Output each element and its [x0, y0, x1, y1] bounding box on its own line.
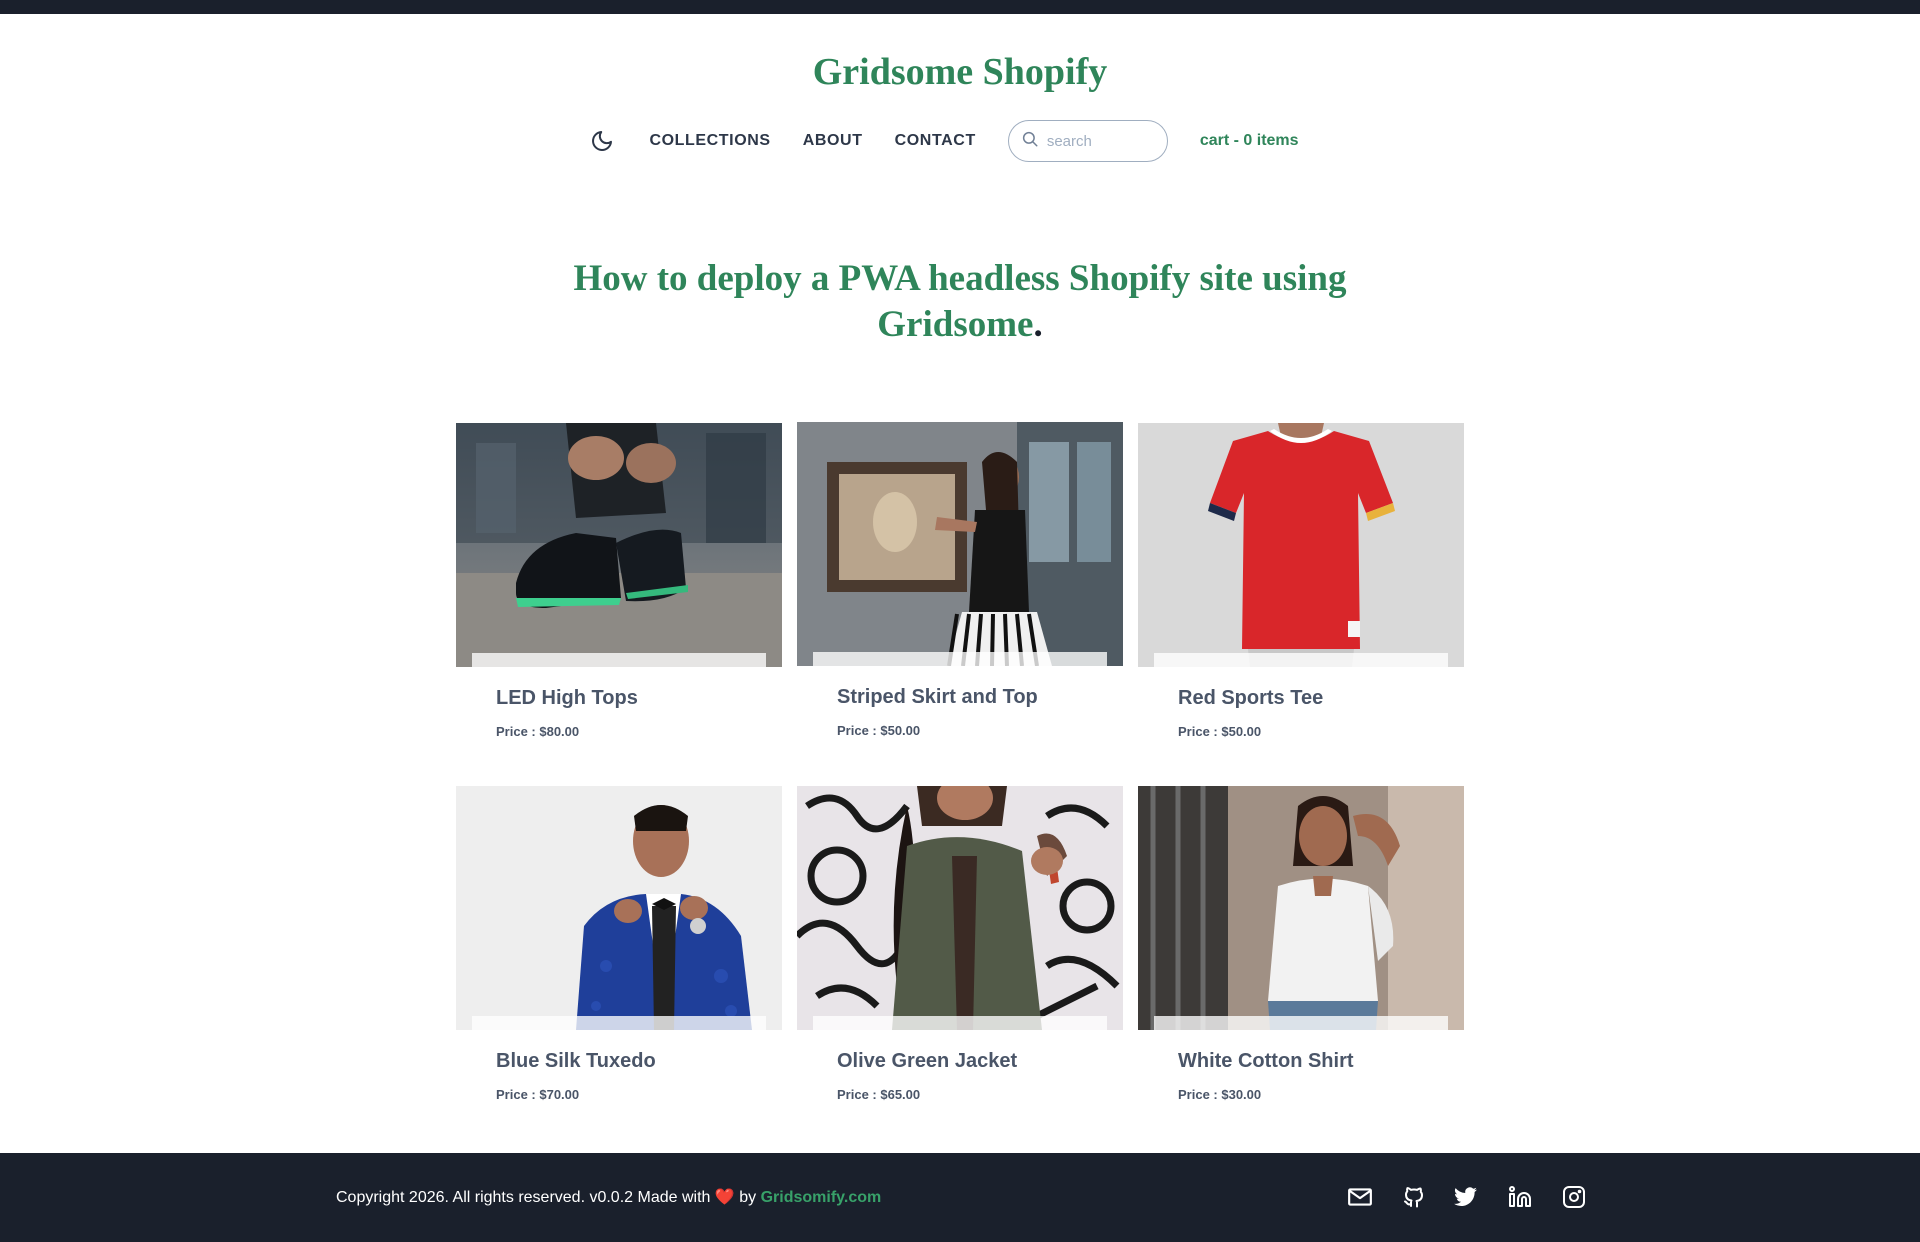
product-image-led-high-tops[interactable]	[456, 423, 782, 667]
product-image-white-cotton-shirt[interactable]	[1138, 786, 1464, 1030]
footer-brand-link[interactable]: Gridsomify.com	[761, 1189, 882, 1206]
product-name[interactable]: Blue Silk Tuxedo	[496, 1050, 656, 1073]
product-name[interactable]: Striped Skirt and Top	[837, 686, 1038, 709]
footer: Copyright 2026. All rights reserved. v0.…	[0, 1153, 1920, 1242]
image-fade	[472, 653, 766, 667]
heart-icon: ❤️	[714, 1189, 735, 1206]
image-fade	[813, 1016, 1107, 1030]
search-input[interactable]	[1046, 132, 1157, 150]
product-image-blue-silk-tuxedo[interactable]	[456, 786, 782, 1030]
product-price: Price : $65.00	[837, 1087, 921, 1102]
image-fade	[1154, 653, 1448, 667]
product-image-striped-skirt-and-top[interactable]	[797, 422, 1123, 666]
cart-link[interactable]: cart - 0 items	[1200, 132, 1299, 150]
copyright-text: Copyright 2026. All rights reserved. v0.…	[336, 1189, 711, 1206]
product-image-red-sports-tee[interactable]	[1138, 423, 1464, 667]
headline-period: .	[1033, 304, 1043, 345]
github-icon[interactable]	[1400, 1183, 1428, 1211]
by-text: by	[739, 1189, 757, 1206]
product-price: Price : $70.00	[496, 1087, 580, 1102]
product-name[interactable]: White Cotton Shirt	[1178, 1050, 1354, 1073]
product-card-led-high-tops[interactable]: LED High Tops Price : $80.00	[456, 423, 782, 753]
footer-copyright: Copyright 2026. All rights reserved. v0.…	[336, 1187, 881, 1207]
product-card-blue-silk-tuxedo[interactable]: Blue Silk Tuxedo Price : $70.00	[456, 786, 782, 1116]
image-fade	[1154, 1016, 1448, 1030]
product-price: Price : $50.00	[1178, 724, 1262, 739]
main-nav: COLLECTIONS ABOUT CONTACT cart - 0 items	[0, 118, 1920, 164]
product-card-striped-skirt-and-top[interactable]: Striped Skirt and Top Price : $50.00	[797, 422, 1123, 752]
product-name[interactable]: Olive Green Jacket	[837, 1050, 1017, 1073]
headline-text: How to deploy a PWA headless Shopify sit…	[573, 258, 1347, 345]
linkedin-icon[interactable]	[1506, 1183, 1534, 1211]
twitter-icon[interactable]	[1452, 1183, 1480, 1211]
nav-link-contact[interactable]: CONTACT	[895, 132, 976, 150]
top-bar	[0, 0, 1920, 14]
product-card-olive-green-jacket[interactable]: Olive Green Jacket Price : $65.00	[797, 786, 1123, 1116]
product-card-white-cotton-shirt[interactable]: White Cotton Shirt Price : $30.00	[1138, 786, 1464, 1116]
product-card-red-sports-tee[interactable]: Red Sports Tee Price : $50.00	[1138, 423, 1464, 753]
nav-link-collections[interactable]: COLLECTIONS	[649, 132, 770, 150]
mail-icon[interactable]	[1346, 1183, 1374, 1211]
product-image-olive-green-jacket[interactable]	[797, 786, 1123, 1030]
instagram-icon[interactable]	[1560, 1183, 1588, 1211]
product-price: Price : $50.00	[837, 723, 921, 738]
moon-icon[interactable]	[589, 128, 615, 154]
nav-link-about[interactable]: ABOUT	[803, 132, 863, 150]
product-price: Price : $30.00	[1178, 1087, 1262, 1102]
search-icon	[1021, 130, 1039, 153]
page-headline: How to deploy a PWA headless Shopify sit…	[560, 256, 1360, 348]
search-box[interactable]	[1007, 120, 1168, 162]
product-name[interactable]: LED High Tops	[496, 687, 638, 710]
product-price: Price : $80.00	[496, 724, 580, 739]
site-title[interactable]: Gridsome Shopify	[0, 50, 1920, 94]
product-name[interactable]: Red Sports Tee	[1178, 687, 1323, 710]
image-fade	[472, 1016, 766, 1030]
image-fade	[813, 652, 1107, 666]
